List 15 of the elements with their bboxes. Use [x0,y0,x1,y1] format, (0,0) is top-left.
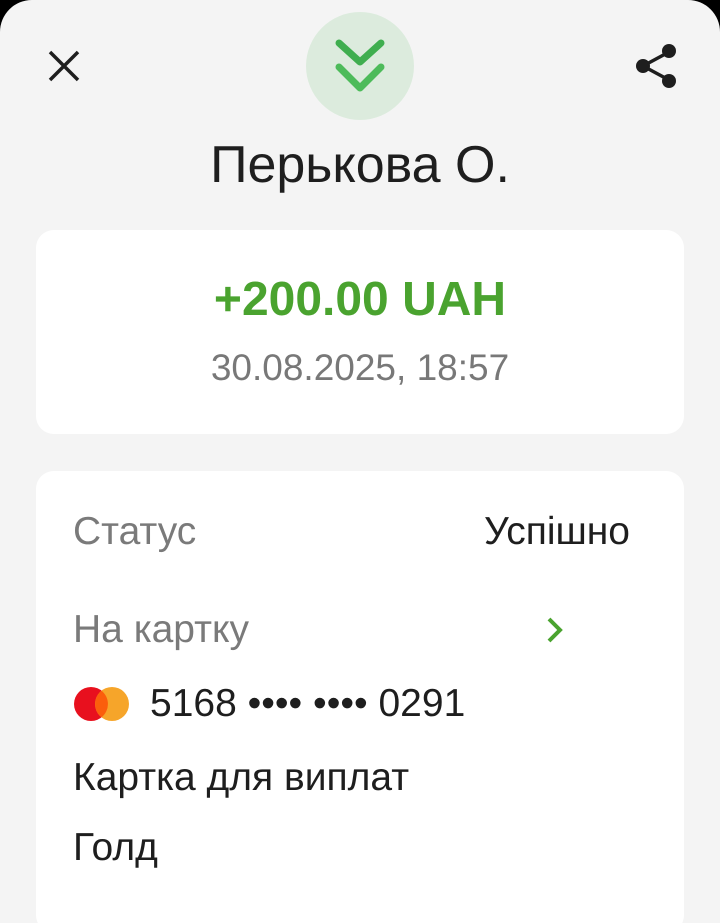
card-brand-icon [73,686,130,722]
chevron-right-button[interactable] [546,616,564,644]
share-icon [634,43,678,89]
amount: +200.00 UAH [212,272,508,328]
status-label: Статус [73,509,196,555]
status-value: Успішно [484,509,630,555]
close-icon [47,49,81,83]
chevron-right-icon [546,616,564,644]
date-time: 30.08.2025, 18:57 [210,346,510,390]
card-label: На картку [73,607,249,653]
tier-label: Голд [73,825,158,871]
counterparty-name: Перькова О. [210,135,510,196]
double-chevron-down-icon [334,38,386,94]
account-title: Картка для виплат [73,755,410,801]
card-number: 5168 •••• •••• 0291 [150,681,466,727]
